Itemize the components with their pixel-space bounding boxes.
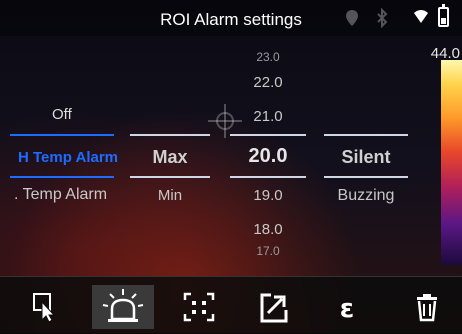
svg-text:ε: ε [340,294,354,324]
emissivity-button[interactable]: ε [324,285,370,329]
value-option[interactable]: 23.0 [230,50,306,64]
emissivity-icon: ε [340,294,354,324]
trash-icon [417,294,437,322]
sound-selected[interactable]: Silent [324,147,408,168]
bluetooth-icon [377,8,388,28]
value-line-top [230,134,306,136]
value-option[interactable]: 22.0 [230,74,306,91]
value-selected[interactable]: 20.0 [230,145,306,168]
alarm-light-icon [102,289,144,322]
mode-line-top [130,134,210,136]
alarm-sound-column[interactable]: Silent Buzzing [324,36,408,276]
sound-line-top [324,134,408,136]
alarm-mode-column[interactable]: Max Min [130,36,210,276]
scale-max-value: 44.0 [430,45,460,62]
value-option[interactable]: 19.0 [230,187,306,204]
select-cursor-icon [33,293,56,323]
value-option[interactable]: 17.0 [230,244,306,258]
mode-line-bottom [130,176,210,178]
location-icon [346,10,358,26]
page-title: ROI Alarm settings [160,10,302,29]
mode-option-min[interactable]: Min [130,187,210,204]
alarm-type-low-temp[interactable]: . Temp Alarm [10,186,118,204]
color-scale-bar [441,60,462,265]
status-bar: ROI Alarm settings [0,0,462,36]
alarm-button[interactable] [92,285,154,329]
value-option[interactable]: 21.0 [230,108,306,125]
select-button[interactable] [22,285,68,329]
delete-button[interactable] [404,285,450,329]
selection-line-top [10,134,114,136]
selection-line-bottom [10,176,114,178]
alarm-type-column[interactable]: Off H Temp Alarm . Temp Alarm [10,36,118,276]
mode-selected[interactable]: Max [130,147,210,168]
export-button[interactable] [250,285,296,329]
value-option[interactable]: 18.0 [230,221,306,238]
alarm-type-high-temp[interactable]: H Temp Alarm [10,149,122,166]
value-line-bottom [230,176,306,178]
sound-option-buzzing[interactable]: Buzzing [324,187,408,205]
sound-line-bottom [324,176,408,178]
battery-icon [438,4,449,27]
export-icon [260,293,288,323]
bottom-toolbar: ε [0,276,462,334]
expand-region-button[interactable] [176,285,222,329]
expand-region-icon [183,292,215,322]
temperature-value-column[interactable]: 23.0 22.0 21.0 20.0 19.0 18.0 17.0 [230,36,306,276]
wifi-icon [414,10,428,23]
